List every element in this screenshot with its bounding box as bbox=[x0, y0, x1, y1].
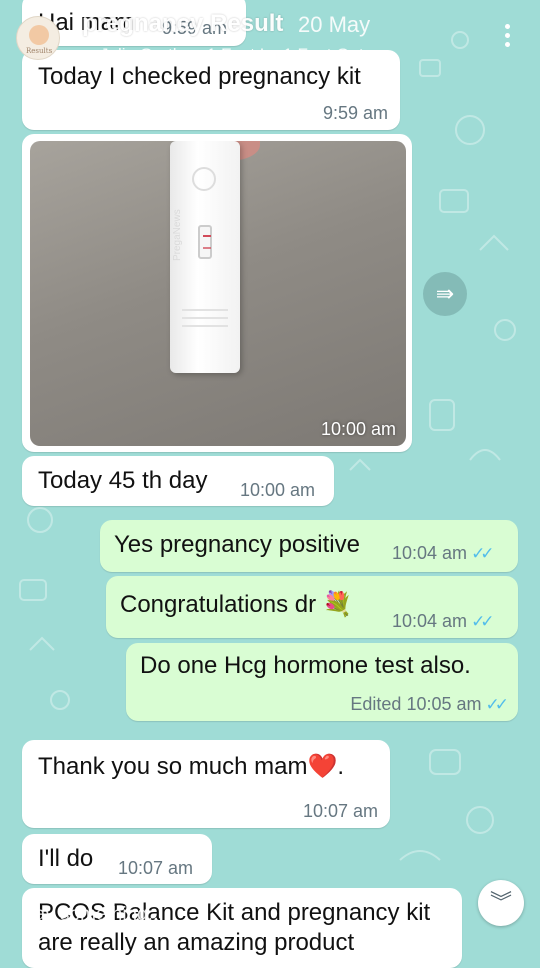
test-kit-window bbox=[198, 225, 212, 259]
message-time-row: 10:04 am ✓✓ bbox=[392, 611, 494, 632]
message-bubble-outgoing[interactable]: Do one Hcg hormone test also. Edited 10:… bbox=[126, 643, 518, 721]
grip-line bbox=[182, 317, 228, 319]
message-time-row: 10:04 am ✓✓ bbox=[392, 543, 494, 564]
test-kit-shape: PregaNews bbox=[170, 141, 240, 373]
avatar-face-shape bbox=[29, 25, 49, 45]
control-line bbox=[203, 235, 211, 237]
message-bubble-incoming[interactable]: I'll do 10:07 am bbox=[22, 834, 212, 884]
double-chevron-down-icon: ︾ bbox=[489, 890, 512, 915]
message-text: Thank you so much mam❤️. bbox=[38, 753, 344, 780]
message-time: 10:07 am bbox=[302, 801, 378, 821]
grip-line bbox=[182, 325, 228, 327]
message-time: 10:07 am bbox=[118, 858, 194, 878]
story-song[interactable]: Julia Gartha · 1 Foot In, 1 Foot Out bbox=[100, 45, 364, 65]
message-time: 10:04 am bbox=[392, 543, 468, 563]
image-message-bubble[interactable]: PregaNews 10:00 am bbox=[22, 134, 412, 452]
message-bubble-incoming[interactable]: PCOS Balance Kit and pregnancy kit are r… bbox=[22, 888, 462, 968]
message-bubble-outgoing[interactable]: Yes pregnancy positive 10:04 am ✓✓ bbox=[100, 520, 518, 572]
story-title: pregnancy Result bbox=[82, 10, 284, 37]
message-time: 10:04 am bbox=[392, 611, 468, 631]
message-time-row: Edited 10:05 am ✓✓ bbox=[350, 694, 509, 715]
test-line bbox=[203, 247, 211, 249]
message-time: 10:00 am bbox=[320, 419, 396, 439]
message-time: Edited 10:05 am bbox=[350, 694, 482, 714]
forward-button[interactable]: ⇛ bbox=[423, 272, 467, 316]
story-header: Results pregnancy Result 20 May ♪ Julia … bbox=[0, 0, 540, 70]
pregnancy-test-photo[interactable]: PregaNews 10:00 am bbox=[30, 141, 406, 446]
message-time: 9:59 am bbox=[322, 103, 388, 123]
avatar[interactable]: Results bbox=[16, 16, 60, 60]
test-kit-well bbox=[192, 167, 216, 191]
kebab-menu-icon[interactable] bbox=[500, 24, 514, 50]
avatar-caption: Results bbox=[26, 47, 53, 55]
message-text: Yes pregnancy positive bbox=[114, 531, 360, 558]
kit-brand-text: PregaNews bbox=[172, 209, 183, 261]
message-text: Today 45 th day bbox=[38, 467, 208, 494]
scroll-to-bottom-button[interactable]: ︾ bbox=[478, 880, 524, 926]
double-check-icon: ✓✓ bbox=[471, 612, 494, 631]
message-time: 10:00 am bbox=[240, 480, 316, 500]
story-time: 20 May bbox=[298, 12, 371, 37]
double-check-icon: ✓✓ bbox=[471, 544, 494, 563]
message-bubble-incoming[interactable]: Thank you so much mam❤️. 10:07 am bbox=[22, 740, 390, 828]
message-text: Do one Hcg hormone test also. bbox=[140, 652, 471, 679]
double-check-icon: ✓✓ bbox=[485, 695, 509, 714]
message-text: I'll do bbox=[38, 845, 94, 872]
message-bubble-outgoing[interactable]: Congratulations dr 💐 10:04 am ✓✓ bbox=[106, 576, 518, 638]
message-bubble-incoming[interactable]: Today 45 th day 10:00 am bbox=[22, 456, 334, 506]
grip-line bbox=[182, 309, 228, 311]
message-text: Congratulations dr 💐 bbox=[120, 591, 353, 618]
music-note-icon: ♪ bbox=[82, 46, 90, 63]
forward-icon: ⇛ bbox=[435, 281, 455, 306]
story-reply-hint[interactable]: Say something... bbox=[22, 904, 164, 926]
